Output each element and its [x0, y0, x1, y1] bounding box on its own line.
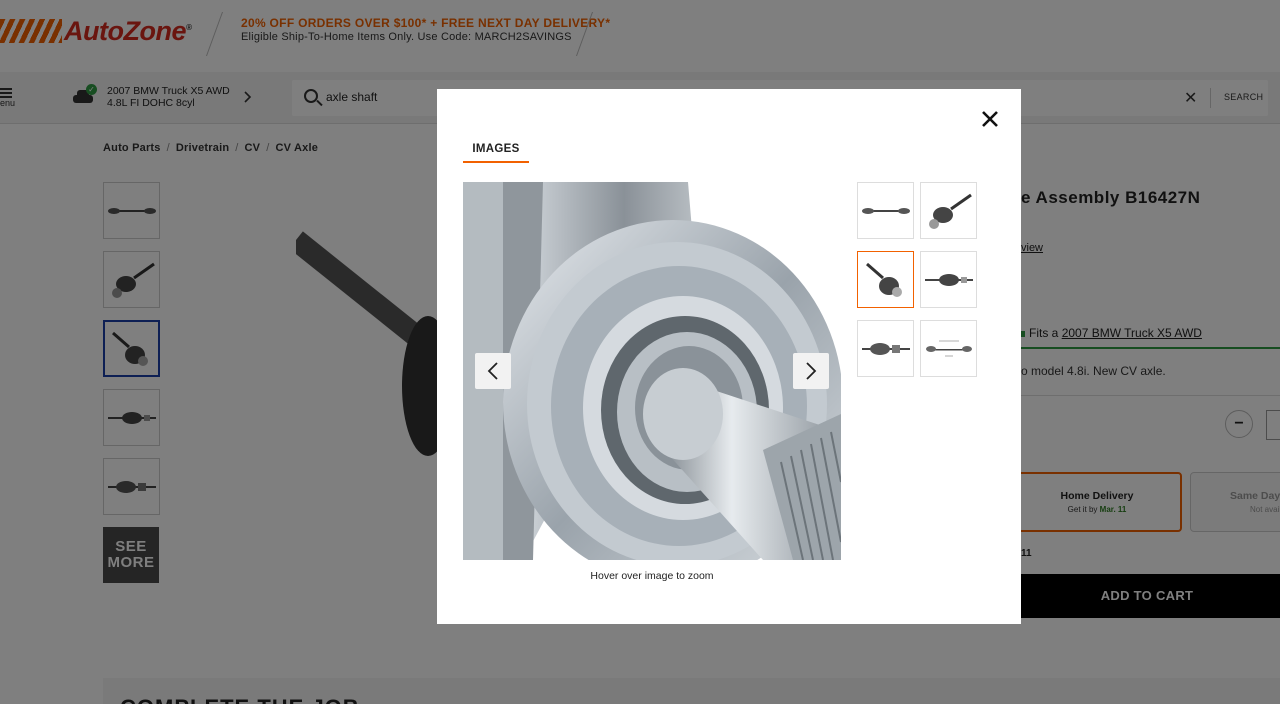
gallery-thumbnail-axle-boot[interactable]	[920, 182, 977, 239]
close-icon[interactable]	[978, 108, 1002, 132]
gallery-thumbnail-axle-side[interactable]	[920, 251, 977, 308]
gallery-thumbnail-axle-inner[interactable]	[857, 320, 914, 377]
gallery-thumbnails	[857, 182, 977, 377]
zoom-hint: Hover over image to zoom	[590, 570, 714, 582]
image-gallery-modal: IMAGES Hover over image to zoom	[437, 89, 1021, 624]
tab-images[interactable]: IMAGES	[463, 143, 529, 163]
chevron-left-icon	[487, 362, 498, 380]
gallery-thumbnail-axle-diagram[interactable]	[920, 320, 977, 377]
next-image-button[interactable]	[793, 353, 829, 389]
gallery-thumbnail-axle-joint[interactable]	[857, 251, 914, 308]
chevron-right-icon	[806, 362, 817, 380]
gallery-thumbnail-axle-full[interactable]	[857, 182, 914, 239]
previous-image-button[interactable]	[475, 353, 511, 389]
gallery-main-image[interactable]	[463, 182, 841, 560]
